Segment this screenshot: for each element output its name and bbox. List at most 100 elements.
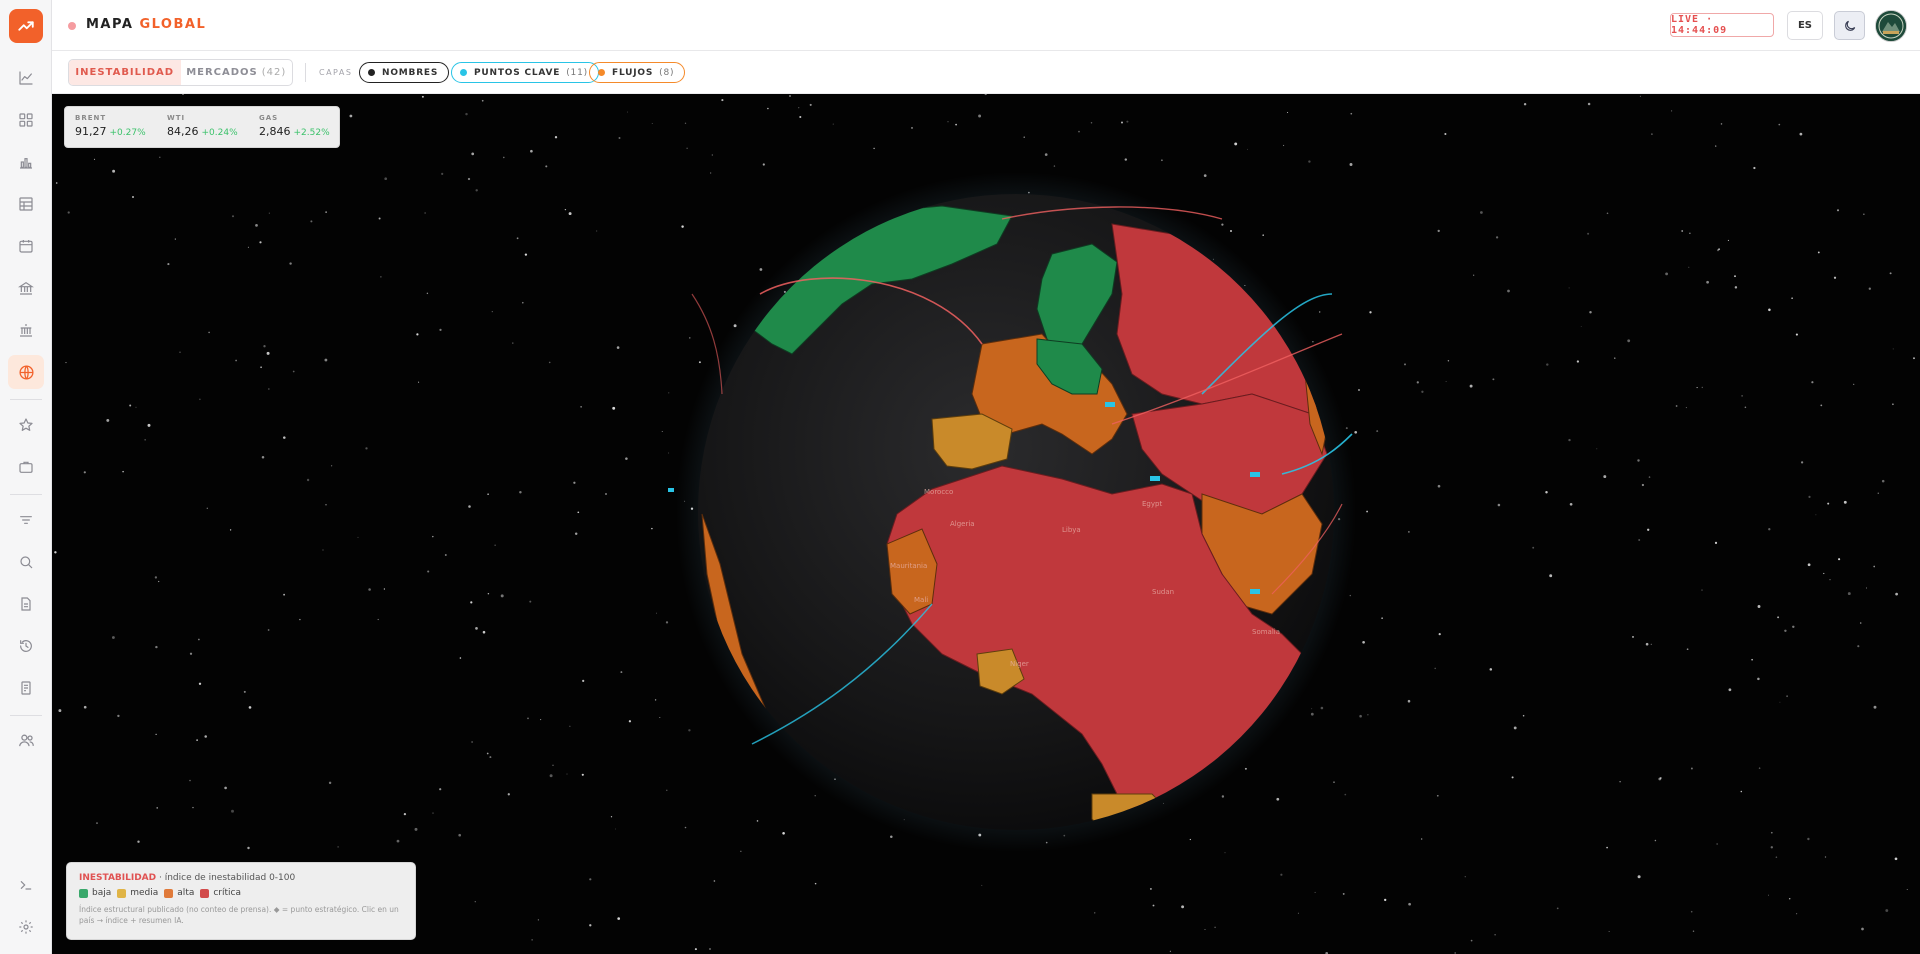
star	[1796, 913, 1798, 915]
strategic-point-marker[interactable]	[1150, 476, 1160, 481]
star	[67, 211, 70, 214]
star	[1768, 528, 1771, 531]
nav-users[interactable]	[8, 723, 44, 757]
nav-history[interactable]	[8, 629, 44, 663]
strategic-point-marker[interactable]	[668, 488, 674, 492]
commodity-gas[interactable]: GAS 2,846 +2.52%	[259, 114, 330, 138]
star	[292, 370, 295, 373]
star	[396, 839, 400, 843]
nav-line-chart[interactable]	[8, 61, 44, 95]
star	[468, 505, 471, 508]
nav-settings[interactable]	[8, 910, 44, 944]
nav-institution[interactable]	[8, 313, 44, 347]
star	[1262, 234, 1264, 236]
nav-table[interactable]	[8, 187, 44, 221]
strategic-point-marker[interactable]	[1250, 472, 1260, 477]
star	[605, 493, 607, 495]
star	[1126, 120, 1129, 123]
star	[1641, 483, 1645, 487]
star	[1647, 528, 1650, 531]
country-label: Sudan	[1152, 588, 1174, 596]
star	[689, 337, 691, 339]
star	[1358, 389, 1360, 391]
layer-chip-label: PUNTOS CLAVE	[474, 67, 561, 78]
layer-chip-count: (11)	[566, 67, 588, 78]
star	[117, 714, 120, 718]
mode-tab-instability[interactable]: INESTABILIDAD	[69, 60, 181, 85]
star	[756, 820, 759, 822]
nav-portfolio[interactable]	[8, 450, 44, 484]
commodity-value: 2,846	[259, 125, 291, 138]
star	[694, 948, 697, 951]
user-avatar[interactable]	[1875, 10, 1907, 42]
nav-receipts[interactable]	[8, 671, 44, 705]
star	[199, 398, 201, 401]
star	[1706, 280, 1709, 284]
star	[416, 333, 419, 336]
nav-favorites[interactable]	[8, 408, 44, 442]
country-label: Mauritania	[890, 562, 927, 570]
nav-bar-chart[interactable]	[8, 145, 44, 179]
commodity-change: +0.27%	[109, 128, 146, 138]
filter-icon	[20, 516, 32, 524]
nav-documents[interactable]	[8, 587, 44, 621]
star	[1576, 360, 1580, 363]
app-logo-button[interactable]	[9, 9, 43, 43]
nav-filter[interactable]	[8, 503, 44, 537]
star	[243, 690, 246, 693]
nav-calendar[interactable]	[8, 229, 44, 263]
star	[1384, 898, 1387, 902]
star	[698, 361, 701, 364]
globe-map-view[interactable]: Algeria Libya Mali Niger Egypt Sudan Som…	[52, 94, 1920, 954]
star	[424, 212, 426, 214]
star	[616, 346, 620, 349]
layer-chip-key-points[interactable]: PUNTOS CLAVE (11)	[451, 62, 599, 83]
layer-chip-dot	[368, 69, 375, 76]
star	[198, 682, 202, 685]
star	[1895, 592, 1898, 596]
commodity-brent[interactable]: BRENT 91,27 +0.27%	[75, 114, 146, 138]
star	[1511, 776, 1514, 779]
layer-chip-names[interactable]: NOMBRES	[359, 62, 450, 83]
star	[1715, 145, 1717, 147]
star	[566, 773, 568, 775]
commodity-label: BRENT	[75, 114, 107, 122]
star	[1865, 587, 1868, 589]
star	[580, 406, 582, 408]
star	[474, 901, 476, 903]
star	[1757, 605, 1761, 608]
star	[1344, 793, 1347, 796]
commodity-wti[interactable]: WTI 84,26 +0.24%	[167, 114, 238, 138]
star	[1701, 589, 1703, 591]
strategic-point-marker[interactable]	[1250, 589, 1260, 594]
star	[1224, 852, 1226, 854]
star	[1447, 360, 1450, 362]
layer-chip-label: NOMBRES	[382, 67, 439, 78]
star	[527, 717, 529, 720]
star	[1603, 475, 1607, 479]
mode-tab-markets[interactable]: MERCADOS (42)	[181, 60, 293, 85]
globe-canvas[interactable]: Algeria Libya Mali Niger Egypt Sudan Som…	[52, 94, 1920, 954]
language-button[interactable]: ES	[1787, 11, 1823, 40]
star	[516, 237, 519, 240]
star	[1545, 491, 1548, 494]
nav-bank[interactable]	[8, 271, 44, 305]
strategic-point-marker[interactable]	[1105, 402, 1115, 407]
star	[1614, 357, 1616, 359]
nav-global-map[interactable]	[8, 355, 44, 389]
star	[1320, 706, 1324, 710]
star	[1770, 831, 1773, 834]
star	[1778, 123, 1781, 126]
nav-search[interactable]	[8, 545, 44, 579]
commodity-ticker: BRENT 91,27 +0.27% WTI 84,26 +0.24% GAS 2,…	[64, 106, 340, 148]
star	[1169, 950, 1171, 952]
star	[984, 94, 987, 96]
theme-toggle-button[interactable]	[1834, 11, 1865, 40]
nav-terminal[interactable]	[8, 868, 44, 902]
commodity-value: 84,26	[167, 125, 199, 138]
layer-chip-flows[interactable]: FLUJOS (8)	[589, 62, 686, 83]
nav-dashboard[interactable]	[8, 103, 44, 137]
star	[206, 507, 208, 509]
star	[832, 123, 834, 125]
star	[96, 822, 98, 824]
